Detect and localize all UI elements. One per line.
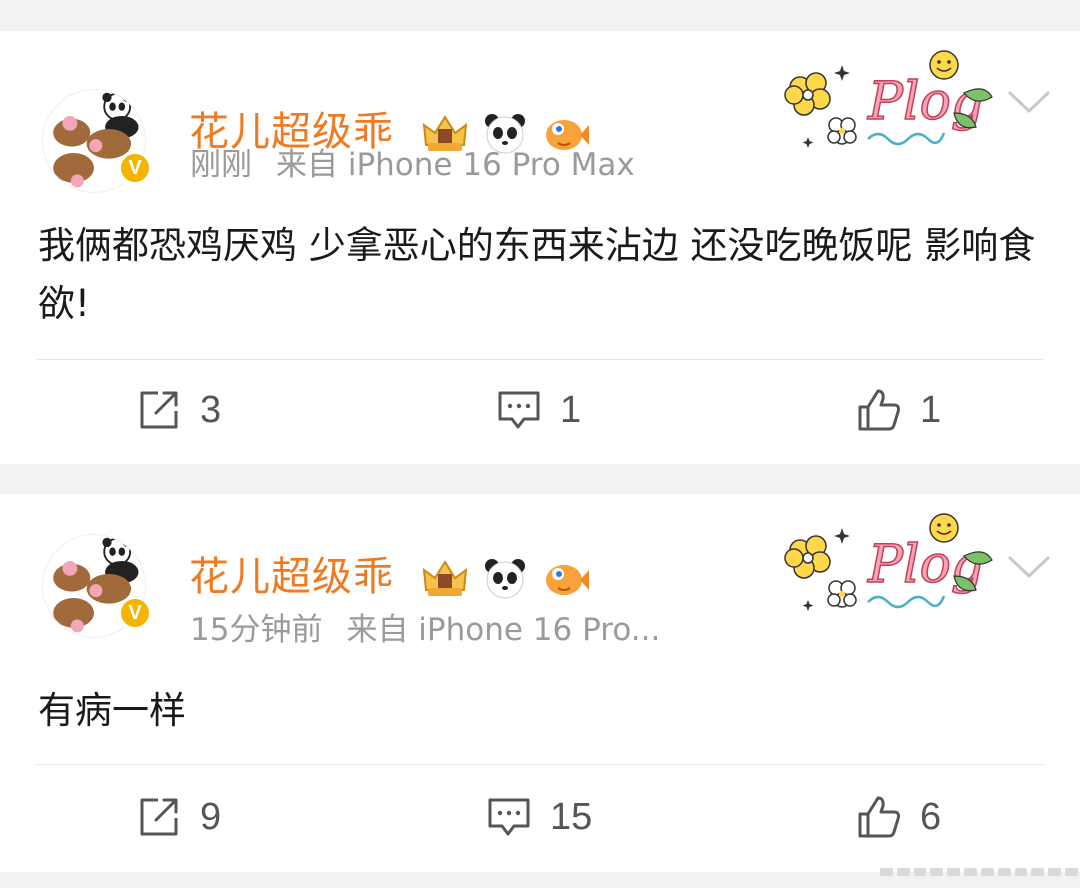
post-source: 来自 iPhone 16 Pro Max <box>276 147 635 183</box>
post-meta: 刚刚 来自 iPhone 16 Pro Max <box>190 145 635 185</box>
like-count: 1 <box>920 388 942 431</box>
fish-badge-icon[interactable] <box>540 556 590 600</box>
verified-badge-icon: V <box>118 151 152 185</box>
repost-icon <box>140 798 178 836</box>
repost-count: 9 <box>200 795 222 838</box>
repost-count: 3 <box>200 388 222 431</box>
comment-icon <box>488 798 530 836</box>
like-icon <box>858 796 900 838</box>
crown-badge-icon[interactable] <box>420 556 470 600</box>
repost-button[interactable]: 3 <box>136 387 221 433</box>
comment-icon <box>498 391 540 429</box>
like-count: 6 <box>920 795 942 838</box>
post-time: 15分钟前 <box>190 612 323 648</box>
panda-badge-icon[interactable] <box>480 556 530 600</box>
comment-count: 15 <box>550 795 593 838</box>
comment-button[interactable]: 15 <box>486 794 592 840</box>
plog-decoration <box>783 512 994 613</box>
chevron-down-icon[interactable] <box>1006 87 1052 115</box>
like-icon <box>858 389 900 431</box>
plog-decoration <box>783 49 994 150</box>
repost-button[interactable]: 9 <box>136 794 221 840</box>
post-text: 有病一样 <box>38 689 186 732</box>
verified-badge-icon: V <box>118 596 152 630</box>
username[interactable]: 花儿超级乖 <box>189 552 394 602</box>
page-indicator <box>880 868 1078 876</box>
avatar[interactable]: V <box>38 75 156 193</box>
repost-icon <box>140 391 178 429</box>
post-card[interactable]: V 花儿超级乖 刚刚 来自 iPhone 16 Pro Max 我俩都恐鸡厌鸡 少… <box>0 31 1080 464</box>
avatar[interactable]: V <box>38 520 156 638</box>
post-meta: 15分钟前 来自 iPhone 16 Pro... <box>190 610 660 650</box>
comment-button[interactable]: 1 <box>496 387 581 433</box>
post-card[interactable]: V 花儿超级乖 15分钟前 来自 iPhone 16 Pro... 有病一样 9… <box>0 494 1080 872</box>
chevron-down-icon[interactable] <box>1006 552 1052 580</box>
like-button[interactable]: 6 <box>856 794 941 840</box>
post-text: 我俩都恐鸡厌鸡 少拿恶心的东西来沾边 还没吃晚饭呢 影响食欲! <box>38 224 1036 325</box>
divider <box>36 764 1044 765</box>
post-source: 来自 iPhone 16 Pro... <box>346 612 661 648</box>
post-time: 刚刚 <box>190 147 252 183</box>
divider <box>36 359 1044 360</box>
like-button[interactable]: 1 <box>856 387 941 433</box>
comment-count: 1 <box>560 388 582 431</box>
